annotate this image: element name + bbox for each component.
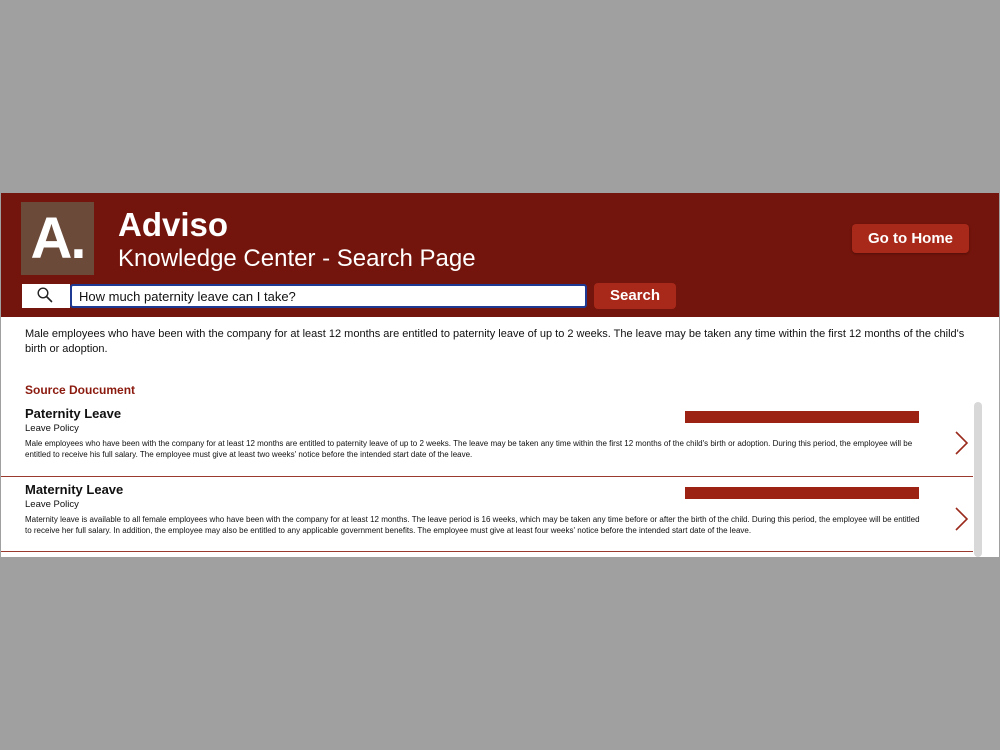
search-icon xyxy=(37,287,53,303)
results-scrollbar[interactable] xyxy=(974,402,982,557)
go-to-home-button[interactable]: Go to Home xyxy=(852,224,969,253)
search-button[interactable]: Search xyxy=(594,283,676,309)
app-title: Adviso xyxy=(118,206,229,243)
result-title: Paternity Leave xyxy=(25,406,122,421)
search-icon-box xyxy=(22,284,70,308)
header: A. Adviso Knowledge Center - Search Page… xyxy=(1,193,999,317)
relevance-bar xyxy=(685,411,919,423)
result-excerpt: Maternity leave is available to all fema… xyxy=(25,515,920,535)
result-excerpt: Male employees who have been with the co… xyxy=(25,439,913,459)
app-window: A. Adviso Knowledge Center - Search Page… xyxy=(1,193,999,557)
result-title: Maternity Leave xyxy=(25,482,124,497)
result-category: Leave Policy xyxy=(25,499,79,510)
result-item-paternity-leave[interactable]: Paternity Leave Leave Policy Male employ… xyxy=(1,405,973,477)
source-document-heading: Source Doucument xyxy=(25,383,136,397)
chevron-right-icon[interactable] xyxy=(953,506,969,532)
result-category: Leave Policy xyxy=(25,423,79,434)
search-input[interactable] xyxy=(70,284,587,308)
chevron-right-icon[interactable] xyxy=(953,430,969,456)
logo: A. xyxy=(21,202,94,275)
result-item-maternity-leave[interactable]: Maternity Leave Leave Policy Maternity l… xyxy=(1,481,973,552)
answer-text: Male employees who have been with the co… xyxy=(25,328,965,355)
relevance-bar xyxy=(685,487,919,499)
page-subtitle: Knowledge Center - Search Page xyxy=(118,245,476,272)
